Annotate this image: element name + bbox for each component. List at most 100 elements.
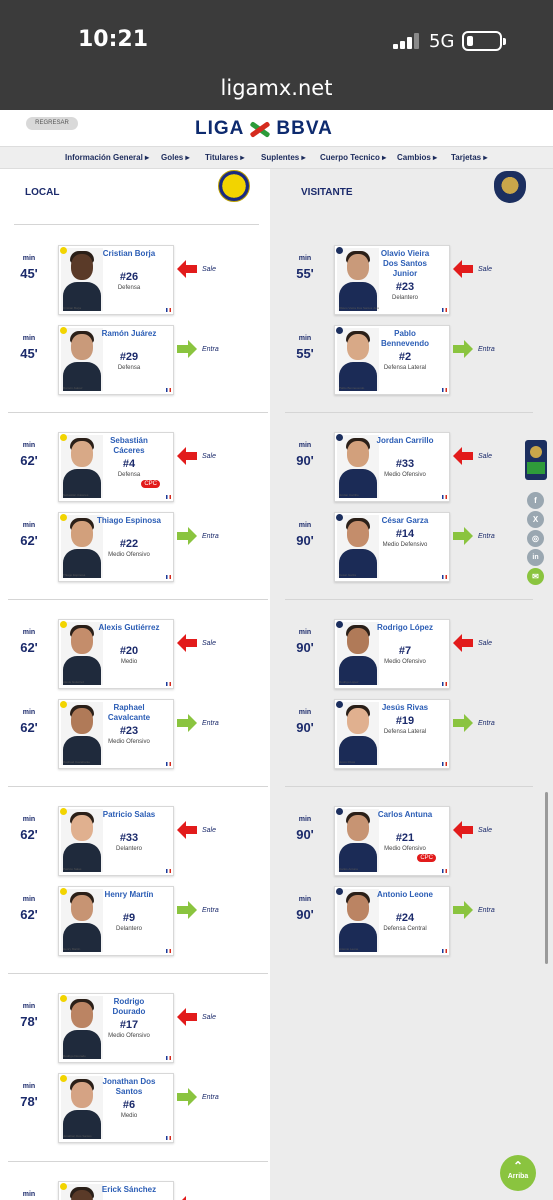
player-position: Medio Ofensivo: [384, 659, 426, 665]
player-position: Defensa Central: [383, 926, 427, 932]
scroll-top-button[interactable]: ⌃ Arriba: [500, 1155, 536, 1191]
player-name[interactable]: Sebastián Cáceres: [97, 436, 161, 456]
url-bar[interactable]: ligamx.net: [0, 76, 553, 100]
player-name[interactable]: Alexis Gutiérrez: [97, 623, 161, 633]
player-card[interactable]: Olavio Vieira Dos Santos Junior Olavio Vi…: [334, 245, 450, 315]
liga-bbva-logo[interactable]: LIGA BBVA: [195, 116, 333, 142]
substitution-in-arrow-icon: [453, 713, 473, 733]
player-name[interactable]: Pablo Bennevendo: [373, 329, 437, 349]
player-name[interactable]: Carlos Antuna: [373, 810, 437, 820]
nav-cambios[interactable]: Cambios: [397, 153, 437, 162]
player-position: Medio Ofensivo: [384, 472, 426, 478]
player-name[interactable]: Rodrigo López: [373, 623, 437, 633]
player-name[interactable]: Olavio Vieira Dos Santos Junior: [373, 249, 437, 279]
club-badge-icon: [336, 808, 343, 815]
player-card[interactable]: Thiago Espinosa Thiago Espinosa #22 Medio O…: [58, 512, 174, 582]
player-card[interactable]: Jordan Carrillo Jordan Carrillo #33 Medio O…: [334, 432, 450, 502]
player-name[interactable]: Rodrigo Dourado: [97, 997, 161, 1017]
nav-titulares[interactable]: Titulares: [205, 153, 244, 162]
email-icon[interactable]: ✉: [527, 568, 544, 585]
player-number: #22: [119, 538, 139, 550]
minute-label: min: [22, 1191, 36, 1198]
club-badge-icon: [60, 1183, 67, 1190]
minute-value: 62': [20, 453, 38, 468]
minute-label: min: [298, 255, 312, 262]
club-badge-icon: [60, 995, 67, 1002]
nav-informacion-general[interactable]: Información General: [65, 153, 149, 162]
player-card[interactable]: Carlos Antuna Carlos Antuna #21 Medio Ofens…: [334, 806, 450, 876]
player-position: Medio Ofensivo: [384, 846, 426, 852]
minute-label: min: [298, 442, 312, 449]
nationality-flag-icon: [166, 388, 171, 392]
substitution-out-arrow-icon: [177, 446, 197, 466]
minute-value: 90': [296, 907, 314, 922]
minute-label: min: [22, 896, 36, 903]
minute-value: 78': [20, 1014, 38, 1029]
visitor-heading: VISITANTE: [301, 187, 353, 198]
substitution-out-label: Sale: [478, 827, 493, 834]
player-name[interactable]: Antonio Leone: [373, 890, 437, 900]
player-position: Defensa Lateral: [383, 729, 427, 735]
player-name[interactable]: Cristian Borja: [97, 249, 161, 259]
player-card[interactable]: Rodrigo Dourado Rodrigo Dourado #17 Medio O…: [58, 993, 174, 1063]
pumas-side-banner-icon[interactable]: [525, 440, 547, 480]
player-card[interactable]: Jonathan Dos Santos Jonathan Dos Santos #6…: [58, 1073, 174, 1143]
player-card[interactable]: Rodrigo López Rodrigo López #7 Medio Ofensi…: [334, 619, 450, 689]
player-number: #9: [122, 912, 136, 924]
player-name[interactable]: Raphael Cavalcante: [97, 703, 161, 723]
player-card[interactable]: Raphael Cavalcante Raphael Cavalcante #23 M…: [58, 699, 174, 769]
player-card[interactable]: Patricio Salas Patricio Salas #33 Delantero: [58, 806, 174, 876]
facebook-icon[interactable]: f: [527, 492, 544, 509]
nationality-flag-icon: [166, 949, 171, 953]
substitution-in-arrow-icon: [177, 339, 197, 359]
minute-value: 55': [296, 346, 314, 361]
nav-goles[interactable]: Goles: [161, 153, 189, 162]
player-card[interactable]: Antonio Leone Antonio Leone #24 Defensa Cen…: [334, 886, 450, 956]
player-card[interactable]: Sebastián Cáceres Sebastián Cáceres #4 Defe…: [58, 432, 174, 502]
minute-value: 62': [20, 907, 38, 922]
player-name[interactable]: Thiago Espinosa: [97, 516, 161, 526]
back-button[interactable]: REGRESAR: [26, 117, 78, 130]
nav-cuerpo-tecnico[interactable]: Cuerpo Tecnico: [320, 153, 386, 162]
player-name[interactable]: Jesús Rivas: [373, 703, 437, 713]
player-number: #20: [119, 645, 139, 657]
nationality-flag-icon: [166, 762, 171, 766]
player-name[interactable]: Patricio Salas: [97, 810, 161, 820]
player-card[interactable]: Alexis Gutiérrez Alexis Gutiérrez #20 Medio: [58, 619, 174, 689]
player-card[interactable]: Ramón Juárez Ramón Juárez #29 Defensa: [58, 325, 174, 395]
nav-tarjetas[interactable]: Tarjetas: [451, 153, 487, 162]
player-name[interactable]: Henry Martín: [97, 890, 161, 900]
substitution-in-label: Entra: [202, 533, 219, 540]
player-card[interactable]: Jesús Rivas Jesús Rivas #19 Defensa Lateral: [334, 699, 450, 769]
pumas-crest-icon: [494, 171, 526, 203]
player-name[interactable]: Jordan Carrillo: [373, 436, 437, 446]
nav-suplentes[interactable]: Suplentes: [261, 153, 305, 162]
player-card[interactable]: Cristian Borja Cristian Borja #26 Defensa: [58, 245, 174, 315]
nationality-flag-icon: [442, 762, 447, 766]
instagram-icon[interactable]: ◎: [527, 530, 544, 547]
player-name[interactable]: César Garza: [373, 516, 437, 526]
player-number: #26: [119, 271, 139, 283]
substitution-out-label: Sale: [202, 640, 217, 647]
player-number: #4: [122, 458, 136, 470]
substitution-in-label: Entra: [478, 720, 495, 727]
linkedin-icon[interactable]: in: [527, 549, 544, 566]
player-name[interactable]: Jonathan Dos Santos: [97, 1077, 161, 1097]
player-number: #6: [122, 1099, 136, 1111]
player-card[interactable]: Henry Martín Henry Martín #9 Delantero: [58, 886, 174, 956]
player-number: #17: [119, 1019, 139, 1031]
player-name[interactable]: Erick Sánchez: [97, 1185, 161, 1195]
minute-label: min: [22, 629, 36, 636]
x-icon[interactable]: X: [527, 511, 544, 528]
player-name[interactable]: Ramón Juárez: [97, 329, 161, 339]
scrollbar[interactable]: [545, 792, 548, 964]
minute-value: 90': [296, 453, 314, 468]
row-separator: [14, 224, 259, 225]
player-card[interactable]: Pablo Bennevendo Pablo Bennevendo #2 Defens…: [334, 325, 450, 395]
player-card[interactable]: César Garza César Garza #14 Medio Defensivo: [334, 512, 450, 582]
minute-label: min: [298, 709, 312, 716]
player-number: #33: [119, 832, 139, 844]
status-time: 10:21: [78, 27, 149, 52]
player-card[interactable]: Erick SánchezErick Sánchez: [58, 1181, 174, 1200]
player-position: Medio: [120, 659, 138, 665]
